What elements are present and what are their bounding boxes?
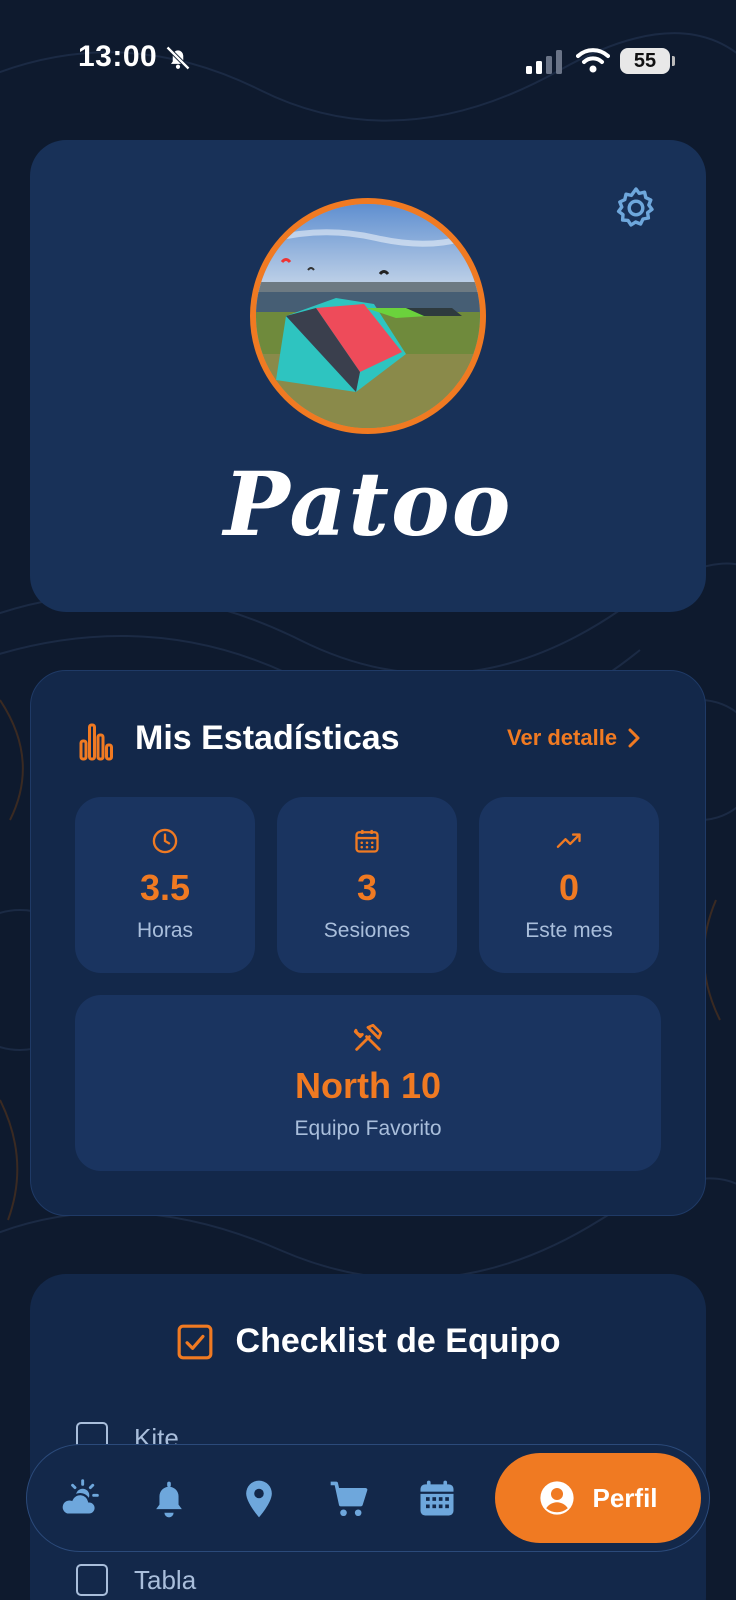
checklist-item-tabla[interactable]: Tabla <box>76 1564 196 1596</box>
stat-value: 3 <box>356 867 378 908</box>
stat-tile-hours: 3.5 Horas <box>75 797 255 973</box>
stat-label: Sesiones <box>323 919 411 942</box>
cart-icon[interactable] <box>327 1477 371 1521</box>
clock-icon <box>152 828 178 854</box>
stats-title: Mis Estadísticas <box>135 719 400 757</box>
calendar-icon[interactable] <box>415 1477 459 1521</box>
bar-chart-icon <box>79 723 113 761</box>
username: Patoo <box>223 452 513 556</box>
nav-profile-label: Perfil <box>592 1482 658 1513</box>
calendar-icon <box>355 829 379 853</box>
location-icon[interactable] <box>237 1477 281 1521</box>
chevron-right-icon <box>628 728 640 748</box>
view-detail-label: Ver detalle <box>507 725 618 750</box>
bell-icon[interactable] <box>147 1477 191 1521</box>
status-time: 13:00 <box>78 40 158 73</box>
stats-card: Mis Estadísticas Ver detalle 3.5 Horas 3… <box>30 670 706 1216</box>
user-circle-icon <box>540 1481 575 1515</box>
stat-label: Horas <box>136 919 194 942</box>
bottom-nav: Perfil <box>26 1444 710 1552</box>
nav-profile-button[interactable]: Perfil <box>495 1453 701 1543</box>
stat-tile-sessions: 3 Sesiones <box>277 797 457 973</box>
wifi-icon <box>576 48 610 73</box>
weather-icon[interactable] <box>57 1477 101 1521</box>
bell-off-icon <box>166 46 190 70</box>
avatar[interactable] <box>250 198 486 434</box>
favorite-gear-label: Equipo Favorito <box>294 1117 442 1140</box>
status-bar: 13:00 55 <box>0 0 736 120</box>
checkbox-checked-icon <box>177 1324 212 1359</box>
checklist-item-label: Tabla <box>134 1564 197 1595</box>
stat-value: 0 <box>558 867 580 908</box>
trending-up-icon <box>556 833 581 848</box>
stat-label: Este mes <box>525 919 613 942</box>
favorite-gear-value: North 10 <box>294 1065 442 1106</box>
view-detail-link[interactable]: Ver detalle <box>507 725 641 751</box>
checkbox[interactable] <box>76 1564 108 1596</box>
gear-icon[interactable] <box>612 184 660 232</box>
tools-icon <box>353 1023 383 1051</box>
checklist-title: Checklist de Equipo <box>235 1322 561 1360</box>
favorite-gear-tile: North 10 Equipo Favorito <box>75 995 661 1171</box>
battery-indicator: 55 <box>620 48 675 74</box>
cellular-signal-icon <box>526 50 562 74</box>
stat-value: 3.5 <box>139 867 191 908</box>
checklist-header: Checklist de Equipo <box>30 1322 706 1361</box>
profile-card: Patoo <box>30 140 706 612</box>
avatar-photo <box>256 204 480 428</box>
stat-tile-this-month: 0 Este mes <box>479 797 659 973</box>
